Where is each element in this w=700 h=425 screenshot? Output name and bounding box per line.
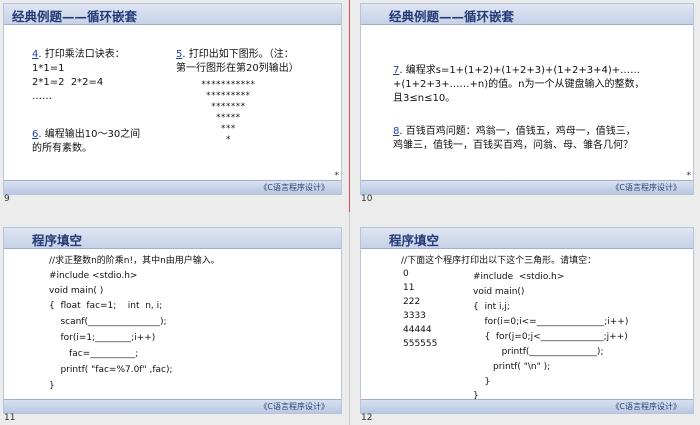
question-8-line2: 鸡雏三，值钱一，百钱买百鸡，问翁、母、雏各几何？ xyxy=(393,140,633,151)
question-7: 7. 编程求s=1+(1+2)+(1+2+3)+(1+2+3+4)+…… xyxy=(393,65,641,76)
slide-animation-marker: * xyxy=(334,171,340,181)
triangle-row: ******* xyxy=(201,102,246,112)
triangle-row: * xyxy=(201,135,231,145)
slide-footer: 《C语言程序设计》 xyxy=(611,183,681,192)
triangle-row: ***** xyxy=(201,113,241,123)
view-divider-lower xyxy=(349,212,350,425)
question-5: 5. 打印出如下图形。（注： xyxy=(176,49,294,60)
triangle-row: *** xyxy=(201,124,236,134)
slide-footer: 《C语言程序设计》 xyxy=(259,183,329,192)
question-4: 4. 打印乘法口诀表： xyxy=(32,49,125,60)
slide-animation-marker: * xyxy=(686,171,692,181)
code-line: printf( "\n" ); xyxy=(473,362,551,372)
slide-thumbnail-10[interactable]: 经典例题——循环嵌套 7. 编程求s=1+(1+2)+(1+2+3)+(1+2+… xyxy=(360,3,694,195)
slide-title: 程序填空 xyxy=(32,233,83,248)
code-line: { for(j=0;j<______________;j++) xyxy=(473,332,628,342)
slide-title: 程序填空 xyxy=(389,233,440,248)
code-line: for(i=1;________;i++) xyxy=(49,333,156,343)
question-7-line3: 且3≤n≤10。 xyxy=(393,93,456,104)
triangle-row: 555555 xyxy=(403,339,438,349)
triangle-row: 3333 xyxy=(403,311,426,321)
slide-number: 11 xyxy=(4,413,16,423)
problem-header: //下面这个程序打印出以下这个三角形。请填空： xyxy=(401,256,597,266)
code-line: { int i,j; xyxy=(473,302,510,312)
question-4-line2: 2*1=2 2*2=4 xyxy=(32,77,104,88)
question-4-line3: …… xyxy=(32,91,52,102)
triangle-row: *********** xyxy=(201,80,256,90)
code-line: scanf(________________); xyxy=(49,317,167,327)
slide-number: 9 xyxy=(4,194,10,204)
code-line: for(i=0;i<=_______________;i++) xyxy=(473,317,629,327)
code-line: printf(_______________); xyxy=(473,347,604,357)
code-line: void main( ) xyxy=(49,286,104,296)
code-line: void main() xyxy=(473,287,525,297)
view-divider xyxy=(349,0,350,212)
slide-number: 10 xyxy=(361,194,373,204)
code-line: #include <stdio.h> xyxy=(473,272,565,282)
slide-thumbnail-11[interactable]: 程序填空 //求正整数n的阶乘n!，其中n由用户输入。 #include <st… xyxy=(3,227,342,414)
slide-footer: 《C语言程序设计》 xyxy=(611,402,681,411)
question-7-line2: +(1+2+3+……+n)的值。n为一个从键盘输入的整数， xyxy=(393,79,645,90)
triangle-row: ********* xyxy=(201,91,251,101)
slide-number: 12 xyxy=(361,413,373,423)
slide-title: 经典例题——循环嵌套 xyxy=(389,9,515,24)
triangle-row: 222 xyxy=(403,297,421,307)
slide-title: 经典例题——循环嵌套 xyxy=(12,9,138,24)
triangle-row: 11 xyxy=(403,283,415,293)
triangle-row: 44444 xyxy=(403,325,432,335)
code-line: } xyxy=(473,377,491,387)
code-line: fac=__________; xyxy=(49,349,139,359)
code-line: #include <stdio.h> xyxy=(49,271,138,281)
triangle-row: 0 xyxy=(403,269,409,279)
slide-thumbnail-9[interactable]: 经典例题——循环嵌套 4. 打印乘法口诀表： 1*1=1 2*1=2 2*2=4… xyxy=(3,3,342,195)
question-8: 8. 百钱百鸡问题：鸡翁一，值钱五，鸡母一，值钱三， xyxy=(393,126,636,137)
question-4-line1: 1*1=1 xyxy=(32,63,65,74)
code-line: //求正整数n的阶乘n!，其中n由用户输入。 xyxy=(49,256,220,266)
code-line: } xyxy=(49,381,55,391)
slide-thumbnail-12[interactable]: 程序填空 //下面这个程序打印出以下这个三角形。请填空： 0 11 222 33… xyxy=(360,227,694,414)
question-6: 6. 编程输出10～30之间 xyxy=(32,129,141,140)
slide-footer: 《C语言程序设计》 xyxy=(259,402,329,411)
code-line: { float fac=1; int n, i; xyxy=(49,301,163,311)
question-5-line2: 第一行图形在第20列输出） xyxy=(176,63,299,74)
code-line: printf( "fac=%7.0f" ,fac); xyxy=(49,365,173,375)
question-6-line2: 的所有素数。 xyxy=(32,143,92,154)
